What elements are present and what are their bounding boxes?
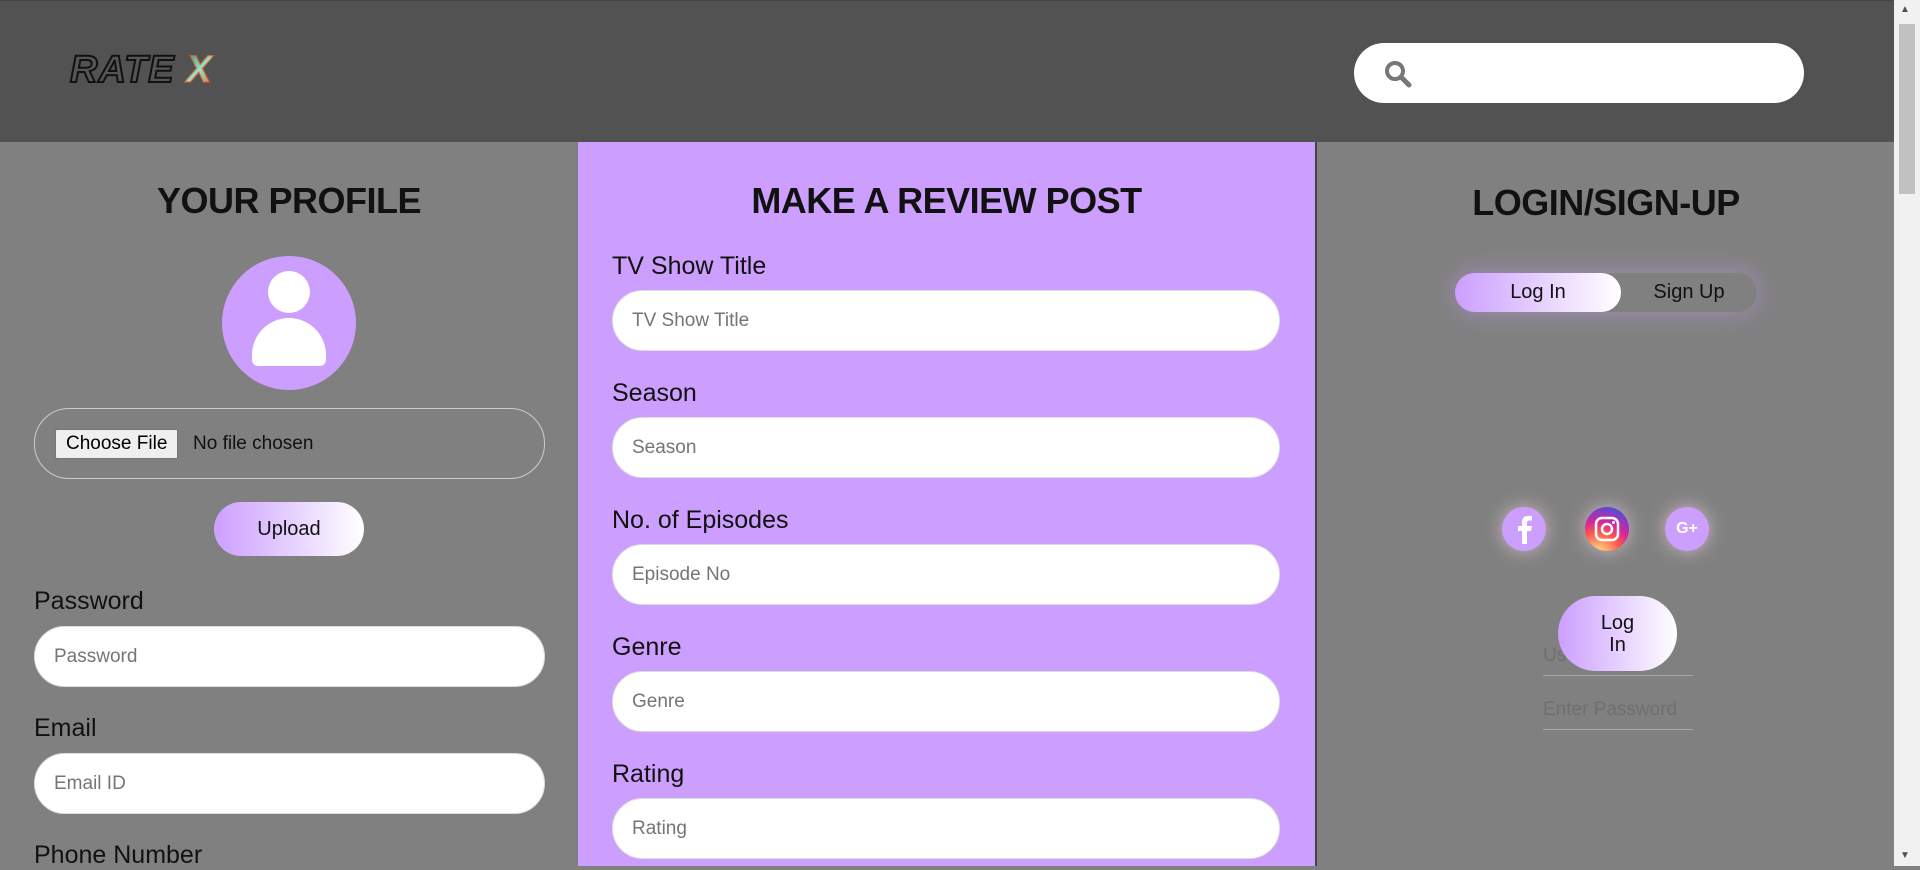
genre-label: Genre <box>612 633 682 661</box>
episodes-label: No. of Episodes <box>612 506 789 534</box>
genre-input[interactable] <box>612 671 1280 732</box>
logo[interactable]: RATE X <box>69 48 213 92</box>
rating-input[interactable] <box>612 798 1280 859</box>
profile-panel: YOUR PROFILE Choose File No file chosen … <box>0 142 578 869</box>
password-input[interactable] <box>34 626 545 687</box>
upload-button[interactable]: Upload <box>214 502 364 556</box>
password-label: Password <box>34 587 144 615</box>
instagram-icon[interactable] <box>1585 507 1629 551</box>
season-label: Season <box>612 379 697 407</box>
rating-label: Rating <box>612 760 685 788</box>
file-input[interactable]: Choose File No file chosen <box>34 408 545 479</box>
google-plus-icon[interactable]: G+ <box>1665 507 1709 551</box>
facebook-icon[interactable] <box>1502 507 1546 551</box>
email-label: Email <box>34 714 97 742</box>
scrollbar-thumb[interactable] <box>1899 24 1915 194</box>
review-panel: MAKE A REVIEW POST TV Show Title Season … <box>578 142 1317 866</box>
search-icon <box>1385 61 1412 88</box>
email-input[interactable] <box>34 753 545 814</box>
google-plus-label: G+ <box>1676 520 1698 537</box>
login-panel: LOGIN/SIGN-UP Log In Sign Up G+ Log In <box>1318 142 1894 866</box>
login-submit-button[interactable]: Log In <box>1558 596 1677 671</box>
login-submit-label: Log In <box>1600 611 1635 656</box>
tv-title-label: TV Show Title <box>612 252 767 280</box>
header: RATE X <box>0 0 1894 142</box>
avatar-icon <box>222 256 356 390</box>
profile-title: YOUR PROFILE <box>156 180 422 221</box>
tab-login[interactable]: Log In <box>1455 273 1621 312</box>
search-input[interactable] <box>1429 53 1779 93</box>
season-input[interactable] <box>612 417 1280 478</box>
tab-signup[interactable]: Sign Up <box>1621 273 1757 312</box>
logo-x: X <box>186 49 213 92</box>
episodes-input[interactable] <box>612 544 1280 605</box>
login-title: LOGIN/SIGN-UP <box>1472 182 1740 223</box>
scroll-up-icon[interactable]: ▲ <box>1900 4 1910 15</box>
review-title: MAKE A REVIEW POST <box>751 180 1142 221</box>
search-bar[interactable] <box>1354 43 1804 103</box>
file-status: No file chosen <box>193 433 314 454</box>
login-signup-toggle: Log In Sign Up <box>1455 273 1757 312</box>
scroll-down-icon[interactable]: ▼ <box>1900 850 1910 861</box>
tv-title-input[interactable] <box>612 290 1280 351</box>
password-login-input[interactable] <box>1543 690 1693 730</box>
logo-text: RATE <box>69 48 175 92</box>
choose-file-button[interactable]: Choose File <box>55 429 179 459</box>
